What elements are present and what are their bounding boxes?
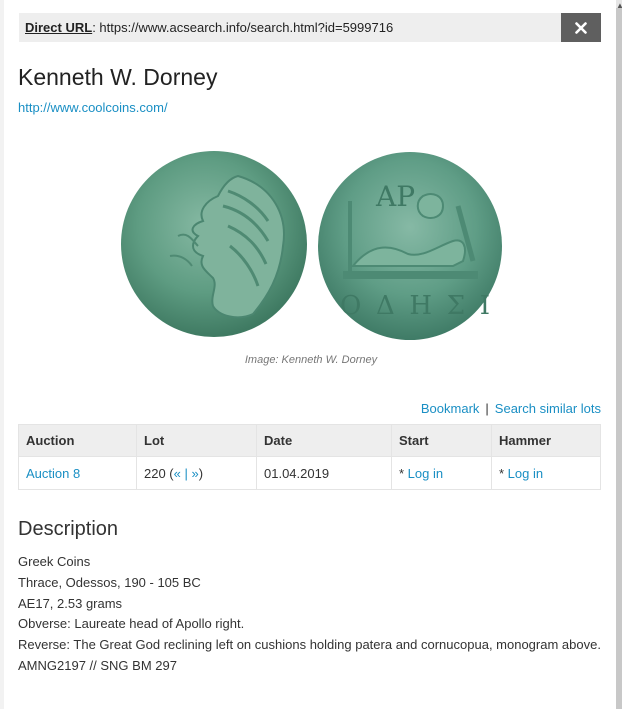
cell-date: 01.04.2019 (256, 456, 392, 490)
scroll-up-arrow-icon[interactable]: ▲ (616, 0, 622, 12)
header-date: Date (256, 424, 392, 457)
cell-hammer: * Log in (491, 456, 601, 490)
description-line: Thrace, Odessos, 190 - 105 BC (18, 574, 201, 590)
dealer-name: Kenneth W. Dorney (18, 64, 218, 90)
description-line: Reverse: The Great God reclining left on… (18, 637, 601, 653)
description-text: Greek Coins Thrace, Odessos, 190 - 105 B… (18, 552, 601, 677)
description-line: Obverse: Laureate head of Apollo right. (18, 616, 245, 632)
header-hammer: Hammer (491, 424, 601, 457)
direct-url-label: Direct URL (25, 20, 93, 35)
description-line: AMNG2197 // SNG BM 297 (18, 657, 177, 673)
start-prefix: * (399, 465, 408, 481)
direct-url-value[interactable]: https://www.acsearch.info/search.html?id… (99, 20, 393, 35)
hammer-login-link[interactable]: Log in (508, 466, 543, 481)
image-caption: Image: Kenneth W. Dorney (244, 354, 378, 366)
lot-close-paren: ) (198, 465, 204, 481)
direct-url-text[interactable]: Direct URL: https://www.acsearch.info/se… (25, 20, 393, 35)
close-button[interactable] (561, 13, 601, 42)
actions-separator: | (485, 401, 489, 416)
bookmark-link[interactable]: Bookmark (421, 401, 480, 416)
next-lot-link[interactable]: » (191, 466, 198, 481)
hammer-prefix: * (499, 465, 508, 481)
description-line: AE17, 2.53 grams (18, 595, 123, 611)
reverse-inscription-top: ΑΡ (375, 180, 415, 213)
direct-url-bar: Direct URL: https://www.acsearch.info/se… (19, 13, 601, 42)
close-icon (575, 21, 587, 34)
header-auction: Auction (18, 424, 137, 457)
cell-lot: 220 (« | ») (136, 456, 257, 490)
auction-lot-table: Auction Lot Date Start Hammer Auction 8 … (18, 424, 601, 490)
description-line: Greek Coins (18, 554, 91, 569)
table-row: Auction 8 220 (« | ») 01.04.2019 * Log i… (18, 456, 601, 490)
search-similar-lots-link[interactable]: Search similar lots (495, 401, 601, 416)
auction-link[interactable]: Auction 8 (26, 466, 80, 481)
dealer-website-link[interactable]: http://www.coolcoins.com/ (18, 100, 168, 115)
start-login-link[interactable]: Log in (408, 466, 443, 481)
table-header-row: Auction Lot Date Start Hammer (18, 424, 601, 457)
coin-obverse (121, 151, 307, 337)
lot-number: 220 ( (144, 465, 174, 481)
header-start: Start (391, 424, 492, 457)
cell-start: * Log in (391, 456, 492, 490)
coin-image[interactable]: ΑΡ ΟΔΗΣΙ (118, 146, 506, 342)
lot-actions: Bookmark | Search similar lots (421, 401, 601, 416)
lot-nav-separator: | (180, 465, 192, 481)
header-lot: Lot (136, 424, 257, 457)
previous-lot-link[interactable]: « (174, 466, 181, 481)
coin-reverse: ΑΡ ΟΔΗΣΙ (318, 152, 502, 340)
cell-auction: Auction 8 (18, 456, 137, 490)
description-heading: Description (18, 518, 119, 540)
